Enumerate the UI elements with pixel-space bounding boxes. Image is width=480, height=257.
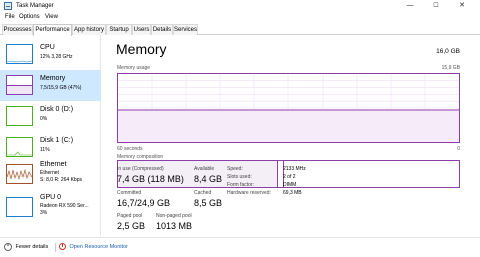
- window-title: Task Manager: [16, 3, 54, 9]
- memory-thumbnail-graph: [6, 75, 33, 95]
- tab-bar: Processes Performance App history Startu…: [0, 23, 480, 36]
- title-bar: Task Manager — ☐ ✕: [0, 0, 480, 12]
- tab-details[interactable]: Details: [151, 24, 173, 35]
- open-resource-monitor-link[interactable]: Open Resource Monitor: [59, 243, 128, 250]
- memory-usage-max: 15,9 GB: [441, 65, 460, 71]
- disk1-thumbnail-graph: [6, 137, 33, 157]
- fewer-details-button[interactable]: ^ Fewer details: [4, 243, 48, 251]
- committed-label: Committed: [117, 190, 142, 196]
- tab-users[interactable]: Users: [132, 24, 151, 35]
- sidebar-item-gpu0[interactable]: GPU 0 Radeon RX 590 Ser... 3%: [0, 192, 101, 225]
- fewer-details-label: Fewer details: [15, 244, 49, 250]
- disk0-thumbnail-graph: [6, 106, 33, 126]
- footer-bar: ^ Fewer details Open Resource Monitor: [0, 237, 480, 257]
- memory-usage-label: Memory usage: [117, 65, 151, 71]
- sidebar-disk0-name: Disk 0 (D:): [40, 106, 74, 113]
- slots-used-value: 2 of 2: [283, 174, 296, 180]
- in-use-value: 7,4 GB (118 MB): [117, 174, 184, 184]
- minimize-button[interactable]: —: [400, 0, 420, 12]
- maximize-button[interactable]: ☐: [426, 0, 446, 12]
- slots-used-label: Slots used:: [227, 174, 252, 180]
- non-paged-pool-label: Non-paged pool: [156, 213, 192, 219]
- sidebar-item-ethernet[interactable]: Ethernet Ethernet S: 8,0 R: 264 Kbps: [0, 159, 101, 193]
- cpu-thumbnail-graph: [6, 44, 33, 64]
- sidebar-disk0-sub: 0%: [40, 116, 48, 122]
- divider: [55, 243, 56, 252]
- sidebar-gpu0-sub: Radeon RX 590 Ser...: [40, 203, 89, 209]
- close-button[interactable]: ✕: [452, 0, 472, 12]
- menu-options[interactable]: Options: [19, 12, 40, 23]
- task-manager-window: Task Manager — ☐ ✕ File Options View Pro…: [0, 0, 480, 257]
- non-paged-pool-value: 1013 MB: [156, 221, 193, 231]
- sidebar-memory-name: Memory: [40, 75, 66, 82]
- tab-app-history[interactable]: App history: [72, 24, 106, 35]
- graph-x-left-label: 60 seconds: [117, 146, 143, 152]
- menu-bar: File Options View: [0, 12, 480, 23]
- in-use-label: In use (Compressed): [117, 166, 164, 172]
- paged-pool-label: Paged pool: [117, 213, 143, 219]
- paged-pool-value: 2,5 GB: [117, 221, 146, 231]
- sidebar-ethernet-sub: Ethernet: [40, 170, 59, 176]
- sidebar-gpu0-usage: 3%: [40, 210, 48, 216]
- ethernet-thumbnail-graph: [6, 164, 33, 184]
- resource-monitor-icon: [59, 243, 66, 250]
- speed-value: 2133 MHz: [283, 166, 306, 172]
- memory-total: 16,0 GB: [436, 48, 460, 55]
- open-resource-monitor-label: Open Resource Monitor: [69, 243, 128, 250]
- sidebar-disk1-name: Disk 1 (C:): [40, 137, 74, 144]
- sidebar-memory-sub: 7,5/15,9 GB (47%): [40, 85, 82, 91]
- form-factor-value: DIMM: [283, 182, 297, 188]
- form-factor-label: Form factor:: [227, 182, 254, 188]
- tab-startup[interactable]: Startup: [106, 24, 132, 35]
- available-label: Available: [194, 166, 215, 172]
- menu-view[interactable]: View: [45, 12, 58, 23]
- memory-usage-graph: [117, 73, 460, 143]
- sidebar-disk1-sub: 11%: [40, 147, 50, 153]
- page-title: Memory: [116, 41, 167, 57]
- hardware-reserved-label: Hardware reserved:: [227, 190, 271, 196]
- speed-label: Speed:: [227, 166, 243, 172]
- cached-label: Cached: [194, 190, 212, 196]
- available-value: 8,4 GB: [194, 174, 223, 184]
- chevron-up-icon: ^: [4, 243, 12, 251]
- sidebar: CPU 12% 3,28 GHz Memory 7,5/15,9 GB (47%…: [0, 35, 101, 235]
- memory-usage-fill: [118, 110, 459, 142]
- sidebar-gpu0-name: GPU 0: [40, 194, 62, 201]
- cached-value: 8,5 GB: [194, 198, 223, 208]
- tab-services[interactable]: Services: [173, 24, 198, 35]
- tab-processes[interactable]: Processes: [2, 24, 33, 35]
- sidebar-item-cpu[interactable]: CPU 12% 3,28 GHz: [0, 39, 101, 70]
- graph-x-right-label: 0: [457, 146, 460, 152]
- sidebar-ethernet-name: Ethernet: [40, 161, 67, 168]
- sidebar-cpu-sub: 12% 3,28 GHz: [40, 54, 73, 60]
- committed-value: 16,7/24,9 GB: [117, 198, 171, 208]
- sidebar-ethernet-rate: S: 8,0 R: 264 Kbps: [40, 177, 82, 183]
- memory-panel: Memory 16,0 GB Memory usage 15,9 GB 60 s…: [109, 35, 480, 235]
- task-manager-icon: [4, 2, 12, 10]
- menu-file[interactable]: File: [5, 12, 15, 23]
- sidebar-item-memory[interactable]: Memory 7,5/15,9 GB (47%): [0, 70, 101, 101]
- sidebar-cpu-name: CPU: [40, 44, 55, 51]
- hardware-reserved-value: 69,3 MB: [283, 190, 302, 196]
- sidebar-item-disk0[interactable]: Disk 0 (D:) 0%: [0, 101, 101, 132]
- gpu0-thumbnail-graph: [6, 197, 33, 217]
